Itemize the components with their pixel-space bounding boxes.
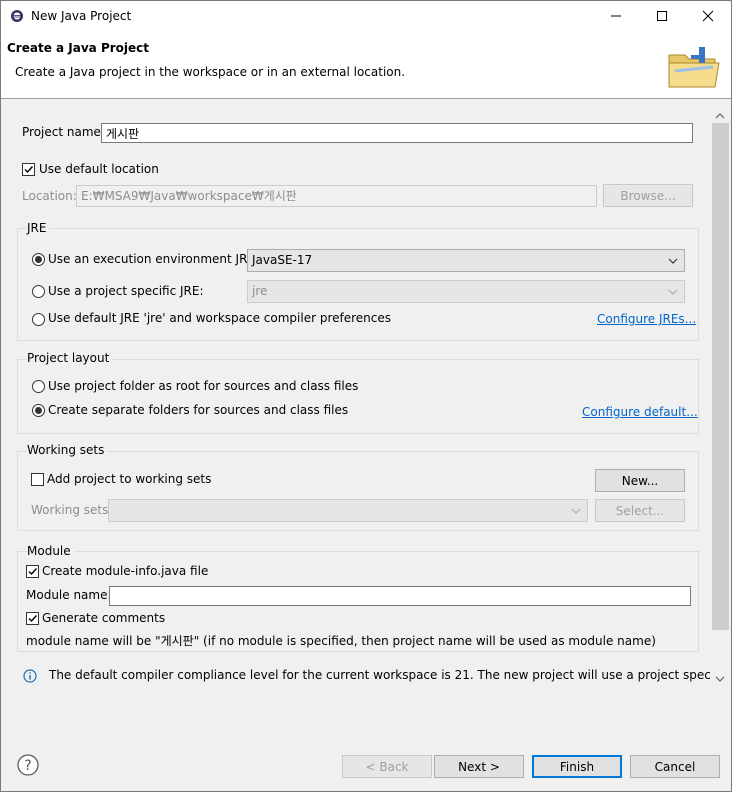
wizard-title: Create a Java Project [7,41,150,55]
module-name-input[interactable] [109,586,691,606]
jre-execution-env-label: Use an execution environment JRE: [48,252,260,266]
finish-button[interactable]: Finish [532,755,622,778]
layout-separate-radio[interactable] [32,404,45,417]
wizard-description: Create a Java project in the workspace o… [15,65,406,79]
maximize-button[interactable] [639,1,685,31]
generate-comments-label: Generate comments [42,611,166,625]
eclipse-app-icon [10,9,24,23]
project-layout-group-title: Project layout [27,351,113,365]
scroll-up-icon[interactable] [715,109,725,123]
help-icon[interactable]: ? [17,754,39,779]
minimize-icon [611,15,621,17]
module-name-info-text: module name will be "게시판" (if no module … [26,634,656,648]
browse-button[interactable]: Browse... [603,184,693,207]
info-message: The default compiler compliance level fo… [49,668,729,682]
svg-text:?: ? [24,758,31,774]
layout-root-label: Use project folder as root for sources a… [48,379,359,393]
jre-default-radio[interactable] [32,313,45,326]
chevron-down-icon [668,258,678,264]
execution-env-select[interactable]: JavaSE-17 [247,249,685,272]
use-default-location-checkbox[interactable] [22,163,35,176]
project-name-label: Project name: [22,125,105,139]
scrollbar-thumb[interactable] [712,123,729,630]
new-working-set-button[interactable]: New... [595,469,685,492]
scroll-down-icon[interactable] [715,672,725,686]
info-icon [23,669,37,686]
layout-separate-label: Create separate folders for sources and … [48,403,349,417]
project-layout-group [17,359,699,434]
jre-project-specific-radio[interactable] [32,285,45,298]
module-group-title: Module [27,544,74,558]
project-name-input[interactable]: 게시판 [101,123,693,143]
location-input[interactable]: E:₩MSA9₩Java₩workspace₩게시판 [76,185,597,207]
use-default-location-label: Use default location [39,162,159,176]
dialog-window: New Java Project Create a Java Project C… [0,0,732,792]
checkmark-icon [24,166,34,174]
add-to-working-sets-checkbox[interactable] [31,473,44,486]
title-bar: New Java Project [1,1,731,31]
window-title: New Java Project [31,9,132,23]
working-sets-select[interactable] [108,499,588,522]
jre-group-title: JRE [27,221,50,235]
execution-env-value: JavaSE-17 [252,253,313,267]
location-label: Location: [22,189,77,203]
chevron-down-icon [571,508,581,514]
checkmark-icon [28,615,38,623]
jre-project-specific-label: Use a project specific JRE: [48,284,204,298]
working-sets-label: Working sets: [31,503,113,517]
configure-jres-link[interactable]: Configure JREs... [597,312,696,326]
select-working-sets-button[interactable]: Select... [595,499,685,522]
create-module-info-label: Create module-info.java file [42,564,209,578]
generate-comments-checkbox[interactable] [26,612,39,625]
layout-root-radio[interactable] [32,380,45,393]
project-specific-jre-value: jre [252,284,268,298]
working-sets-group-title: Working sets [27,443,108,457]
add-to-working-sets-label: Add project to working sets [47,472,212,486]
wizard-content: Project name: 게시판 Use default location L… [1,99,731,684]
next-button[interactable]: Next > [434,755,524,778]
wizard-header: Create a Java Project Create a Java proj… [1,31,731,99]
chevron-down-icon [668,289,678,295]
close-icon [702,10,714,22]
close-button[interactable] [685,1,731,31]
configure-default-link[interactable]: Configure default... [582,405,698,419]
java-project-folder-icon [665,45,723,94]
jre-default-label: Use default JRE 'jre' and workspace comp… [48,311,392,325]
maximize-icon [657,11,667,21]
create-module-info-checkbox[interactable] [26,565,39,578]
checkmark-icon [28,568,38,576]
module-name-label: Module name: [26,588,112,602]
minimize-button[interactable] [593,1,639,31]
project-specific-jre-select[interactable]: jre [247,280,685,303]
cancel-button[interactable]: Cancel [630,755,720,778]
back-button[interactable]: < Back [342,755,432,778]
jre-execution-env-radio[interactable] [32,253,45,266]
wizard-footer: ? < Back Next > Finish Cancel [1,685,731,791]
